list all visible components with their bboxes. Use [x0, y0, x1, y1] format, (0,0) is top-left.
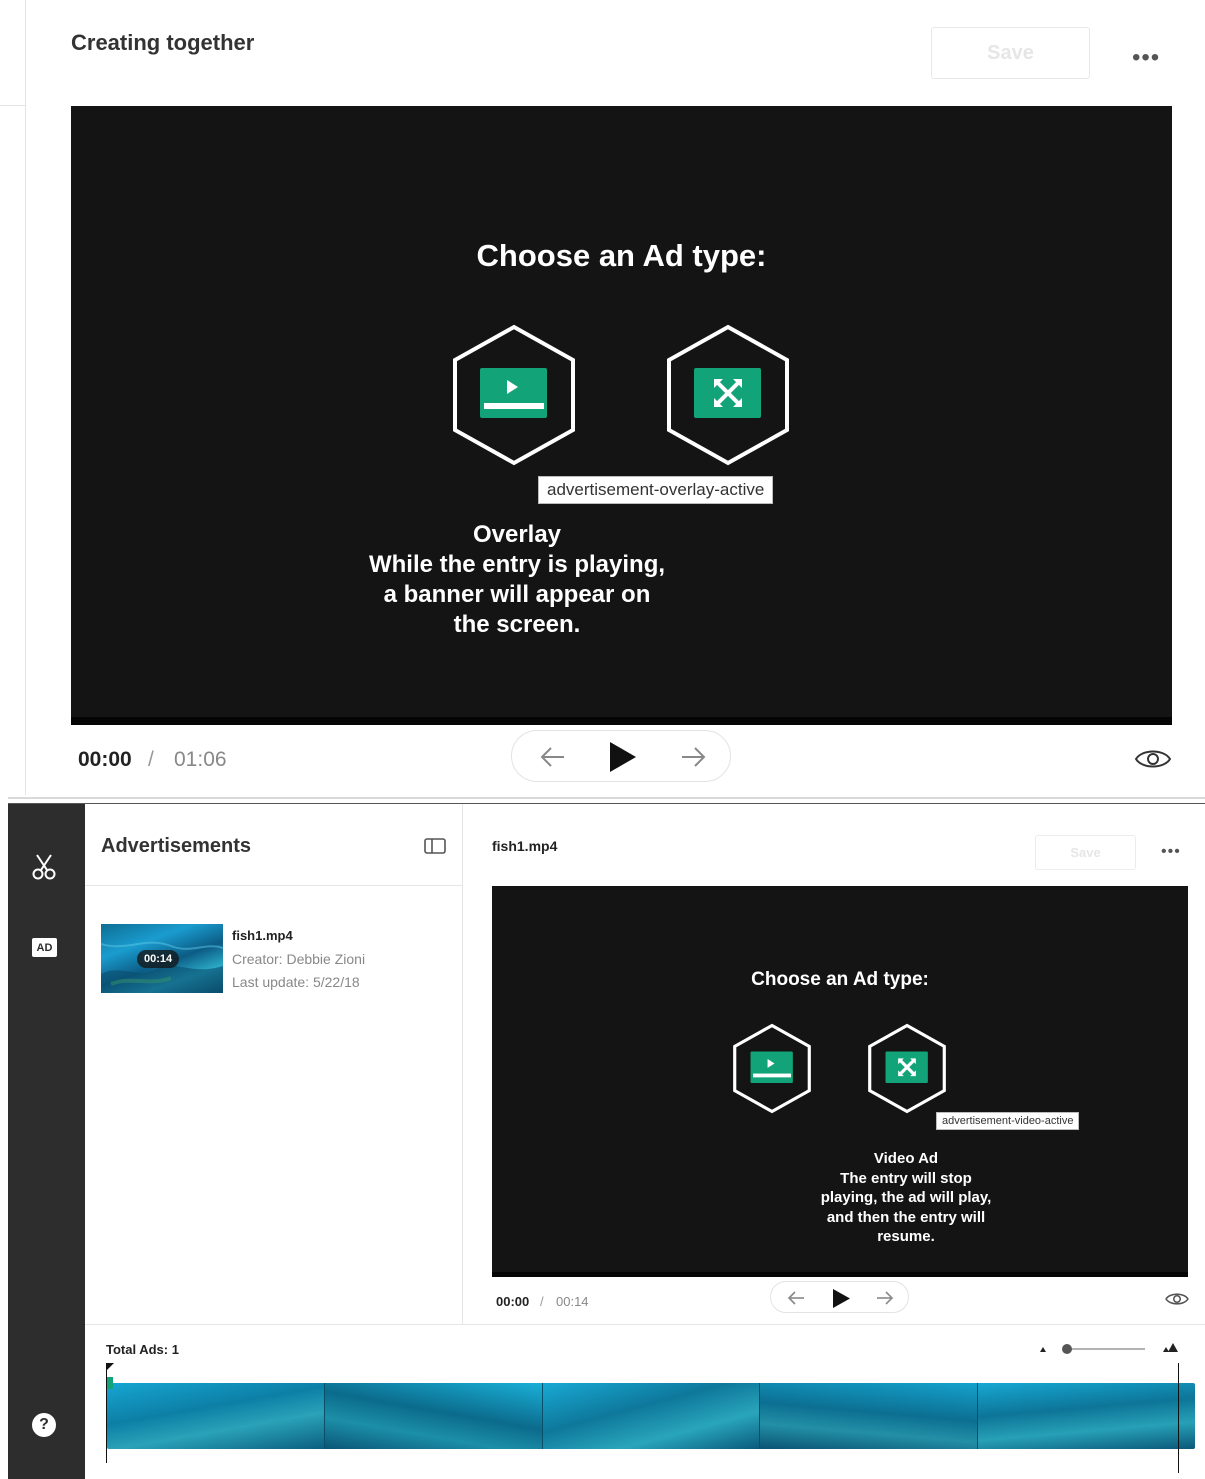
description-line: the screen.	[453, 611, 581, 638]
timeline-end-marker	[1178, 1363, 1179, 1473]
more-options-icon[interactable]: •••	[1132, 44, 1160, 72]
ad-type-tooltip: advertisement-overlay-active	[538, 476, 774, 504]
more-options-icon[interactable]: •••	[1161, 843, 1181, 861]
playback-controls	[770, 1281, 909, 1313]
zoom-out-icon[interactable]	[1040, 1347, 1046, 1352]
save-button[interactable]: Save	[931, 27, 1090, 79]
filmstrip-frame	[760, 1383, 979, 1449]
step-forward-icon[interactable]	[682, 747, 706, 767]
top-editor-panel: Creating together Save ••• Choose an Ad …	[0, 0, 1205, 800]
duration-badge: 00:14	[137, 950, 180, 968]
video-ad-option[interactable]	[665, 323, 791, 472]
description-line: The entry will stop	[840, 1169, 972, 1187]
video-player: Choose an Ad type:	[71, 106, 1172, 725]
preview-eye-icon[interactable]	[1134, 745, 1172, 778]
video-ad-option[interactable]	[867, 1023, 947, 1119]
help-icon[interactable]: ?	[32, 1413, 56, 1437]
tool-rail: AD ?	[8, 804, 85, 1479]
overlay-ad-option[interactable]	[451, 323, 577, 472]
step-forward-icon[interactable]	[877, 1291, 894, 1305]
page-title: Creating together	[71, 30, 255, 55]
entry-name: fish1.mp4	[232, 928, 293, 943]
description-line: resume.	[877, 1228, 935, 1245]
zoom-slider-knob[interactable]	[1062, 1344, 1072, 1354]
left-divider	[25, 0, 26, 795]
playback-controls	[511, 730, 731, 782]
step-back-icon[interactable]	[787, 1291, 804, 1305]
current-time: 00:00	[78, 748, 132, 771]
description-line: and then the entry will	[826, 1208, 986, 1226]
timeline-playhead[interactable]	[106, 1363, 107, 1463]
ad-type-description: Video Ad The entry will stop playing, th…	[796, 1149, 1016, 1247]
scissors-icon[interactable]	[30, 853, 58, 886]
total-time: 00:14	[556, 1294, 589, 1309]
list-header: Advertisements	[101, 835, 252, 857]
total-ads-count: Total Ads: 1	[106, 1342, 179, 1357]
list-header-divider	[85, 885, 463, 886]
list-item[interactable]: 00:14 fish1.mp4 Creator: Debbie Zioni La…	[101, 924, 451, 994]
description-line: a banner will appear on	[383, 581, 651, 608]
entry-last-update: Last update: 5/22/18	[232, 974, 360, 990]
left-divider-horizontal	[0, 105, 25, 106]
preview-eye-icon[interactable]	[1164, 1290, 1190, 1313]
ad-marker[interactable]	[106, 1377, 113, 1389]
advertisements-list-panel: Advertisements 00:14 fish1.mp4 Creator: …	[85, 804, 463, 1324]
toggle-panel-icon[interactable]	[424, 838, 446, 859]
overlay-ad-option[interactable]	[732, 1023, 812, 1119]
timeline-filmstrip[interactable]	[107, 1383, 1195, 1449]
timeline-zoom-control	[1035, 1335, 1185, 1366]
ad-type-tooltip: advertisement-video-active	[936, 1112, 1080, 1130]
ad-type-heading: Choose an Ad type:	[751, 969, 929, 990]
current-time: 00:00	[496, 1294, 530, 1309]
description-line: Overlay	[472, 521, 562, 548]
ads-timeline: Total Ads: 1	[85, 1324, 1205, 1479]
description-line: Video Ad	[873, 1150, 939, 1167]
time-separator: /	[540, 1294, 544, 1309]
video-player: Choose an Ad type:	[492, 886, 1188, 1277]
play-icon[interactable]	[833, 1289, 850, 1308]
filmstrip-frame	[324, 1383, 543, 1449]
zoom-in-icon[interactable]	[1163, 1343, 1178, 1352]
description-line: While the entry is playing,	[368, 551, 666, 578]
step-back-icon[interactable]	[540, 747, 564, 767]
filmstrip-frame	[107, 1383, 325, 1449]
description-line: playing, the ad will play,	[820, 1189, 992, 1206]
advertisements-tool-icon[interactable]: AD	[32, 938, 57, 957]
save-button[interactable]: Save	[1035, 835, 1136, 870]
filmstrip-frame	[978, 1383, 1195, 1449]
bottom-editor-panel: AD ? Advertisements 00:14 fish1.mp4 Crea…	[8, 803, 1205, 1479]
entry-creator: Creator: Debbie Zioni	[232, 951, 366, 967]
ad-type-heading: Choose an Ad type:	[476, 238, 767, 273]
total-time: 01:06	[174, 748, 227, 771]
file-name: fish1.mp4	[492, 838, 558, 854]
filmstrip-frame	[542, 1383, 761, 1449]
panel-divider	[8, 797, 1205, 799]
time-separator: /	[148, 748, 154, 771]
play-icon[interactable]	[610, 742, 636, 772]
ad-type-description: Overlay While the entry is playing, a ba…	[307, 520, 727, 640]
entry-thumbnail[interactable]: 00:14	[101, 924, 223, 993]
playhead-handle[interactable]	[106, 1363, 114, 1371]
editor-panel: fish1.mp4 Save ••• Choose an Ad type: ad…	[464, 804, 1205, 1324]
